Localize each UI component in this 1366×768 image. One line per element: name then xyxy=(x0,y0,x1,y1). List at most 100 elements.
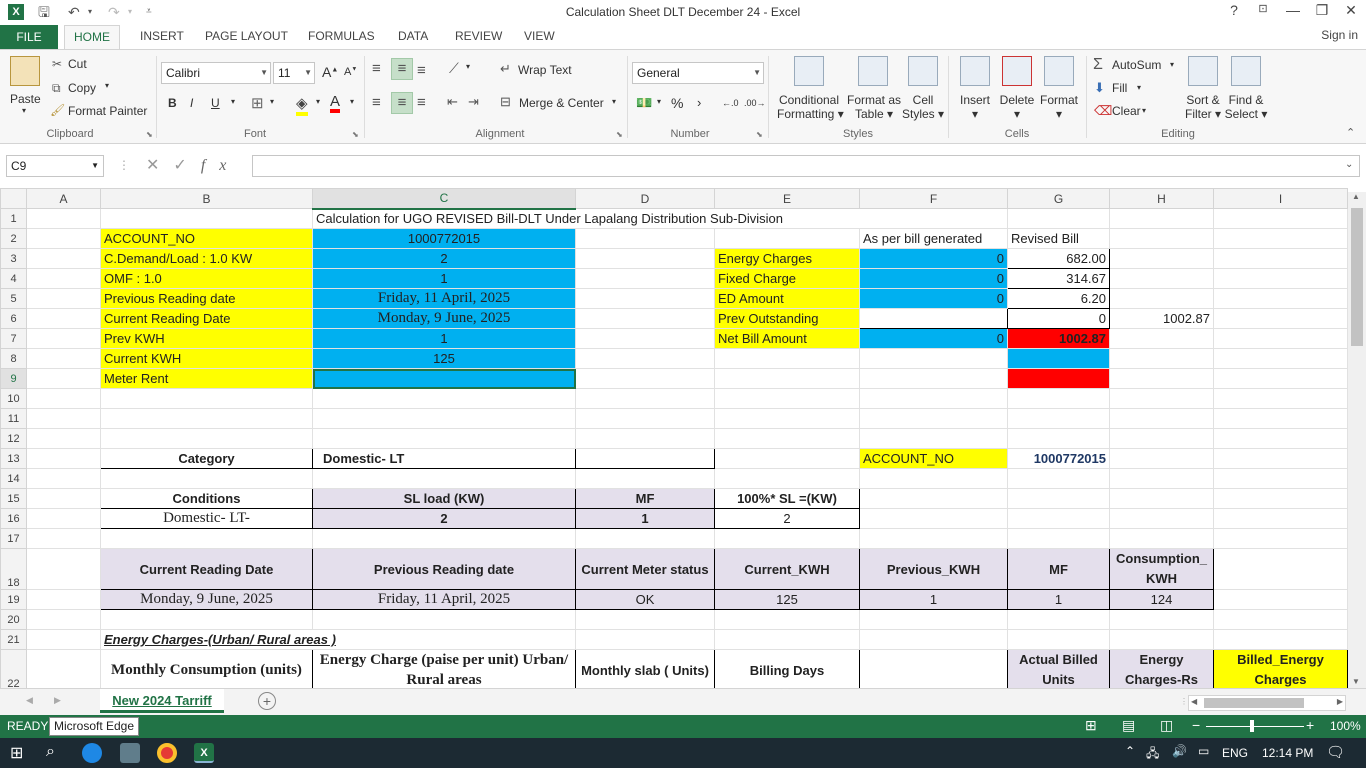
align-bottom-icon[interactable]: ≡ xyxy=(417,62,426,79)
cell[interactable] xyxy=(859,488,1008,509)
value-cell[interactable]: 1 xyxy=(859,589,1008,610)
label-cell[interactable]: Current Reading Date xyxy=(100,308,313,329)
cell[interactable] xyxy=(312,468,576,489)
percent-button[interactable]: % xyxy=(671,95,683,111)
cell[interactable] xyxy=(1109,388,1214,409)
borders-icon[interactable]: ⊞ xyxy=(251,94,264,112)
cell[interactable] xyxy=(575,408,715,429)
paste-button[interactable]: Paste xyxy=(10,92,41,106)
cell[interactable] xyxy=(1213,248,1348,269)
cell[interactable] xyxy=(1213,508,1348,529)
row-header[interactable]: 10 xyxy=(0,388,27,409)
label-cell[interactable]: Current KWH xyxy=(100,348,313,369)
label-cell[interactable]: Meter Rent xyxy=(100,368,313,389)
cell[interactable] xyxy=(1109,609,1214,630)
clipboard-launcher-icon[interactable]: ⬊ xyxy=(146,130,153,139)
next-sheet-icon[interactable]: ▶ xyxy=(54,695,61,706)
column-header[interactable]: G xyxy=(1007,188,1110,209)
bold-button[interactable]: B xyxy=(168,96,177,110)
sign-in-link[interactable]: Sign in xyxy=(1321,28,1358,42)
cell[interactable] xyxy=(575,368,715,389)
cell[interactable] xyxy=(575,629,715,650)
row-header[interactable]: 22 xyxy=(0,649,27,688)
label-cell[interactable]: Fixed Charge xyxy=(714,268,860,289)
insert-cells-icon[interactable] xyxy=(960,56,990,86)
volume-icon[interactable]: 🔊 xyxy=(1172,744,1187,758)
value-cell[interactable]: Domestic- LT xyxy=(312,448,576,469)
cell[interactable] xyxy=(1213,208,1348,229)
value-cell[interactable]: 125 xyxy=(312,348,576,369)
font-color-icon[interactable]: A xyxy=(330,94,341,113)
row-header[interactable]: 5 xyxy=(0,288,27,309)
label-cell[interactable]: Previous Reading date xyxy=(100,288,313,309)
row-header[interactable]: 20 xyxy=(0,609,27,630)
conditional-formatting-button[interactable]: Conditional Formatting ▾ xyxy=(777,93,844,121)
delete-cells-button[interactable]: Delete ▾ xyxy=(998,93,1036,121)
eraser-icon[interactable]: ⌫ xyxy=(1094,103,1112,119)
value-cell[interactable]: 682.00 xyxy=(1007,248,1110,269)
cell[interactable] xyxy=(1213,468,1348,489)
cell[interactable] xyxy=(575,268,715,289)
cell[interactable] xyxy=(1109,448,1214,469)
paste-dropdown-icon[interactable]: ▾ xyxy=(22,106,26,115)
cell[interactable] xyxy=(714,408,860,429)
cell[interactable] xyxy=(714,368,860,389)
cut-icon[interactable]: ✂ xyxy=(52,57,62,71)
cell[interactable] xyxy=(1213,589,1348,610)
clear-dropdown-icon[interactable]: ▾ xyxy=(1142,106,1146,115)
column-header[interactable]: B xyxy=(100,188,313,209)
header-cell[interactable]: MF xyxy=(1007,548,1110,590)
cell[interactable] xyxy=(100,428,313,449)
value-cell[interactable]: Monday, 9 June, 2025 xyxy=(100,589,313,610)
cell[interactable] xyxy=(1213,629,1348,650)
cell[interactable] xyxy=(1213,268,1348,289)
calculator-icon[interactable] xyxy=(120,743,140,763)
battery-icon[interactable]: ▭ xyxy=(1198,744,1209,758)
cell[interactable] xyxy=(26,308,101,329)
value-cell[interactable]: 1 xyxy=(312,268,576,289)
value-cell[interactable]: 1 xyxy=(575,508,715,529)
cell[interactable] xyxy=(26,208,101,229)
autosum-dropdown-icon[interactable]: ▾ xyxy=(1170,60,1174,69)
underline-button[interactable]: U xyxy=(211,96,220,110)
row-header[interactable]: 9 xyxy=(0,368,27,389)
vertical-scrollbar[interactable]: ▲ ▼ xyxy=(1348,192,1366,688)
insert-cells-button[interactable]: Insert ▾ xyxy=(958,93,992,121)
number-format-combo[interactable]: General ▼ xyxy=(632,62,764,84)
cell[interactable] xyxy=(859,348,1008,369)
row-header[interactable]: 12 xyxy=(0,428,27,449)
horizontal-scrollbar[interactable]: ◀ ▶ xyxy=(1188,695,1346,711)
italic-button[interactable]: I xyxy=(190,96,193,110)
autosum-button[interactable]: AutoSum xyxy=(1112,58,1161,72)
label-cell[interactable]: OMF : 1.0 xyxy=(100,268,313,289)
align-center-icon[interactable]: ≡ xyxy=(391,92,413,114)
format-cells-button[interactable]: Format ▾ xyxy=(1038,93,1080,121)
cell[interactable] xyxy=(1213,548,1348,590)
cell[interactable] xyxy=(714,528,860,549)
edge-icon[interactable] xyxy=(82,743,102,763)
cell[interactable] xyxy=(1213,368,1348,389)
tab-data[interactable]: DATA xyxy=(398,29,428,43)
insert-function-button[interactable]: fx xyxy=(201,157,241,174)
sheet-title-cell[interactable]: Calculation for UGO REVISED Bill-DLT Und… xyxy=(312,208,1008,229)
merge-center-icon[interactable]: ⊟ xyxy=(500,94,511,110)
tab-home[interactable]: HOME xyxy=(64,25,120,50)
value-cell[interactable]: 0 xyxy=(859,328,1008,349)
header-cell[interactable]: Monthly Consumption (units) xyxy=(100,649,313,688)
row-header[interactable]: 6 xyxy=(0,308,27,329)
value-cell[interactable]: 1002.87 xyxy=(1007,328,1110,349)
notifications-icon[interactable]: 🗨 xyxy=(1326,743,1345,761)
cell[interactable] xyxy=(100,528,313,549)
value-cell[interactable]: 125 xyxy=(714,589,860,610)
cell[interactable] xyxy=(1109,508,1214,529)
cell[interactable] xyxy=(575,428,715,449)
merge-dropdown-icon[interactable]: ▾ xyxy=(612,97,616,106)
cell[interactable] xyxy=(26,328,101,349)
cell[interactable] xyxy=(100,208,313,229)
cell[interactable] xyxy=(1109,228,1214,249)
cell[interactable] xyxy=(26,248,101,269)
fill-color-icon[interactable]: ◈ xyxy=(296,94,308,116)
page-break-view-icon[interactable]: ◫ xyxy=(1160,717,1173,734)
scroll-up-icon[interactable]: ▲ xyxy=(1352,192,1360,201)
borders-dropdown-icon[interactable]: ▾ xyxy=(270,97,274,106)
